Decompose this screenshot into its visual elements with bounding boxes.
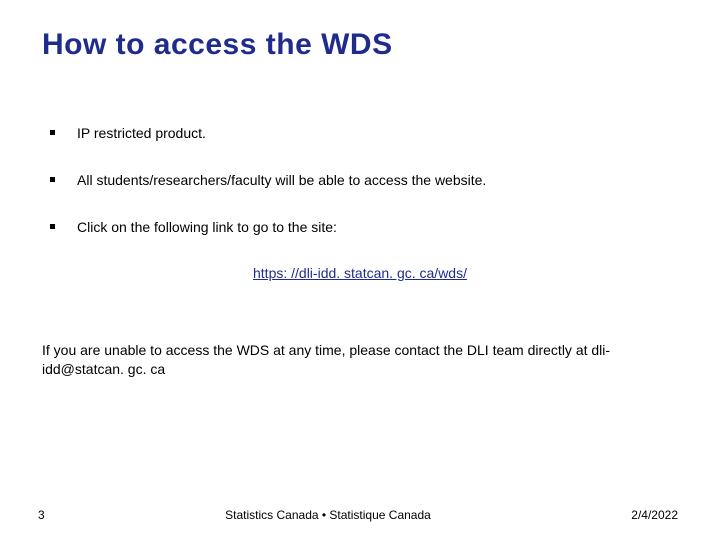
list-item: All students/researchers/faculty will be… bbox=[50, 171, 678, 190]
footer-date: 2/4/2022 bbox=[558, 508, 678, 522]
square-bullet-icon bbox=[50, 130, 55, 135]
footer-center: Statistics Canada • Statistique Canada bbox=[98, 508, 558, 522]
bullet-text: All students/researchers/faculty will be… bbox=[77, 171, 486, 190]
list-item: IP restricted product. bbox=[50, 124, 678, 143]
slide: How to access the WDS IP restricted prod… bbox=[0, 0, 720, 540]
page-title: How to access the WDS bbox=[42, 28, 678, 62]
bullet-text: Click on the following link to go to the… bbox=[77, 218, 337, 237]
contact-paragraph: If you are unable to access the WDS at a… bbox=[42, 341, 642, 380]
list-item: Click on the following link to go to the… bbox=[50, 218, 678, 237]
bullet-list: IP restricted product. All students/rese… bbox=[50, 124, 678, 237]
link-container: https: //dli-idd. statcan. gc. ca/wds/ bbox=[42, 265, 678, 283]
page-number: 3 bbox=[38, 508, 98, 522]
bullet-text: IP restricted product. bbox=[77, 124, 206, 143]
wds-link[interactable]: https: //dli-idd. statcan. gc. ca/wds/ bbox=[253, 265, 467, 281]
square-bullet-icon bbox=[50, 224, 55, 229]
footer: 3 Statistics Canada • Statistique Canada… bbox=[0, 508, 720, 522]
square-bullet-icon bbox=[50, 177, 55, 182]
